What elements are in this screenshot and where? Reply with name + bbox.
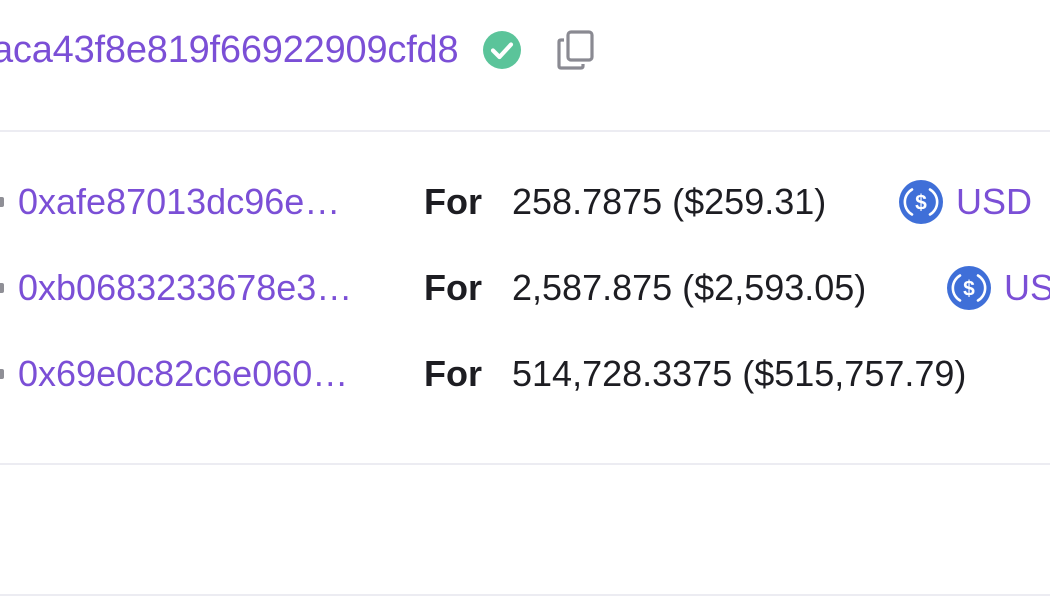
row-bullet — [0, 197, 4, 207]
svg-text:$: $ — [915, 192, 927, 215]
row-bullet — [0, 369, 4, 379]
transaction-hash-row: aca43f8e819f66922909cfd8 — [0, 24, 596, 76]
copy-icon[interactable] — [556, 29, 596, 71]
token-link[interactable]: $ US — [946, 265, 1050, 311]
usdc-icon: $ — [947, 266, 991, 310]
transaction-details-panel: aca43f8e819f66922909cfd8 0xafe87013dc96e… — [0, 0, 1050, 600]
usdc-icon: $ — [899, 180, 943, 224]
transfer-amount: 514,728.3375 ($515,757.79) — [512, 353, 967, 394]
check-circle-icon — [482, 30, 522, 70]
svg-text:$: $ — [963, 278, 975, 301]
transaction-hash[interactable]: aca43f8e819f66922909cfd8 — [0, 29, 459, 72]
recipient-address-link[interactable]: 0x69e0c82c6e060… — [18, 353, 348, 395]
section-divider — [0, 130, 1050, 132]
section-divider — [0, 463, 1050, 465]
token-symbol: US — [1004, 267, 1050, 308]
token-symbol: USD — [956, 181, 1033, 222]
transfer-amount: 258.7875 ($259.31) — [512, 181, 827, 222]
for-label: For — [424, 267, 482, 308]
for-label: For — [424, 181, 482, 222]
recipient-address-link[interactable]: 0xafe87013dc96e… — [18, 181, 340, 223]
recipient-address-link[interactable]: 0xb0683233678e3… — [18, 267, 352, 309]
token-link[interactable]: $ USD — [898, 179, 1032, 225]
transfer-amount: 2,587.875 ($2,593.05) — [512, 267, 867, 308]
row-bullet — [0, 283, 4, 293]
for-label: For — [424, 353, 482, 394]
section-divider — [0, 594, 1050, 596]
